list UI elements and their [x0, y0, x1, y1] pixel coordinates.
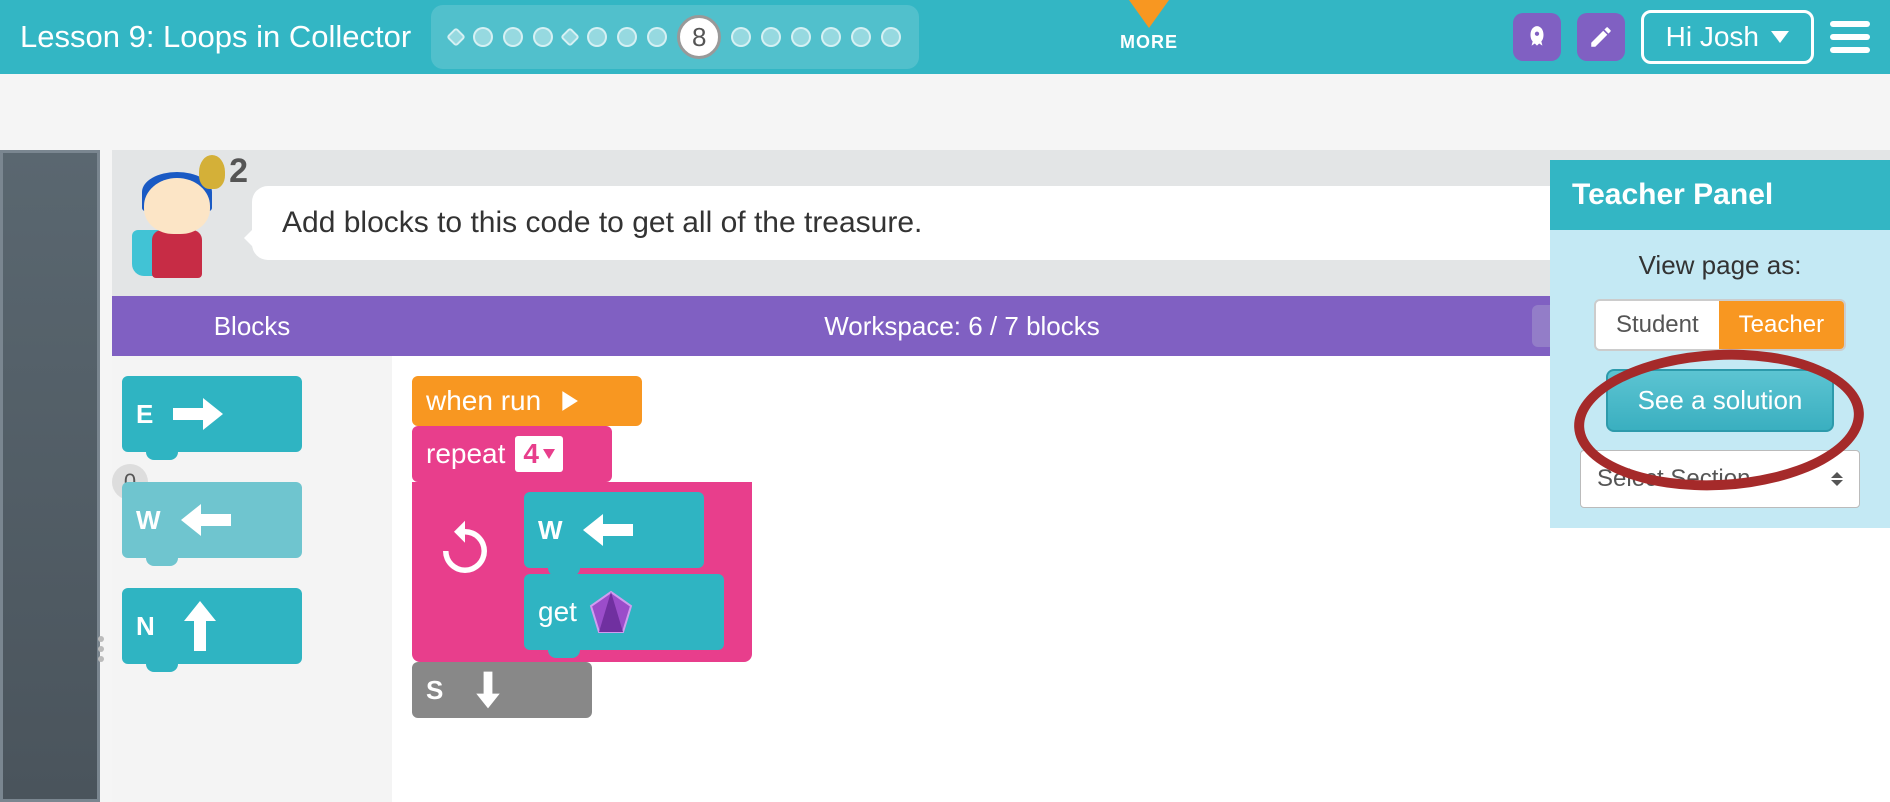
progress-pill[interactable]: [503, 27, 523, 47]
hint-badge[interactable]: 2: [199, 152, 248, 191]
repeat-label: repeat: [426, 438, 505, 470]
direction-label: S: [426, 675, 443, 706]
direction-label: N: [136, 611, 155, 642]
section-select-label: Select Section: [1597, 465, 1750, 493]
edit-button[interactable]: [1577, 13, 1625, 61]
blocks-header: Blocks: [112, 311, 392, 342]
hint-count: 2: [229, 152, 248, 191]
view-toggle[interactable]: Student Teacher: [1594, 299, 1846, 351]
arrow-right-icon: [168, 394, 228, 434]
teacher-panel: Teacher Panel View page as: Student Teac…: [1550, 160, 1890, 528]
see-solution-button[interactable]: See a solution: [1606, 369, 1835, 432]
progress-pill[interactable]: [851, 27, 871, 47]
progress-pill[interactable]: [881, 27, 901, 47]
progress-pill[interactable]: [533, 27, 553, 47]
move-west-block-nested[interactable]: W: [524, 492, 704, 568]
gem-icon: [587, 588, 635, 636]
progress-pill[interactable]: [587, 27, 607, 47]
select-arrows-icon: [1831, 466, 1843, 492]
progress-bar: 8: [431, 5, 919, 69]
lightbulb-icon: [199, 155, 225, 189]
pencil-icon: [1588, 24, 1614, 50]
arrow-left-icon: [578, 510, 638, 550]
repeat-count-input[interactable]: 4: [515, 436, 563, 472]
get-block[interactable]: get: [524, 574, 724, 650]
direction-label: W: [538, 515, 563, 546]
triangle-down-icon: [1129, 0, 1169, 28]
main-menu-button[interactable]: [1830, 21, 1870, 53]
hamburger-icon: [1830, 21, 1870, 27]
repeat-count-value: 4: [523, 438, 539, 470]
student-option[interactable]: Student: [1596, 301, 1719, 349]
teacher-panel-title: Teacher Panel: [1550, 160, 1890, 230]
progress-pill[interactable]: [761, 27, 781, 47]
progress-pill-current[interactable]: 8: [677, 15, 721, 59]
move-east-block[interactable]: E: [122, 376, 302, 452]
repeat-block[interactable]: repeat 4: [412, 426, 612, 482]
more-label: MORE: [1120, 32, 1178, 53]
resize-handle[interactable]: [98, 636, 104, 662]
hamburger-icon: [1830, 47, 1870, 53]
triangle-down-icon: [543, 449, 555, 459]
header-right: Hi Josh: [1513, 10, 1870, 64]
loop-icon: [432, 518, 498, 584]
lesson-title: Lesson 9: Loops in Collector: [20, 19, 411, 55]
progress-pill[interactable]: [821, 27, 841, 47]
direction-label: W: [136, 505, 161, 536]
progress-pill[interactable]: [560, 27, 580, 47]
rocket-button[interactable]: [1513, 13, 1561, 61]
progress-pill[interactable]: [617, 27, 637, 47]
toolbox: E 0 W N: [112, 356, 392, 802]
move-west-block[interactable]: W: [122, 482, 302, 558]
arrow-left-icon: [176, 500, 236, 540]
game-preview[interactable]: [0, 150, 100, 802]
progress-pill[interactable]: [731, 27, 751, 47]
section-select[interactable]: Select Section: [1580, 450, 1860, 508]
rocket-icon: [1524, 24, 1550, 50]
direction-label: E: [136, 399, 153, 430]
arrow-down-icon: [468, 668, 508, 712]
hamburger-icon: [1830, 34, 1870, 40]
progress-pill[interactable]: [473, 27, 493, 47]
move-north-block[interactable]: N: [122, 588, 302, 664]
progress-pill[interactable]: [647, 27, 667, 47]
character-avatar[interactable]: 2: [132, 168, 222, 278]
play-icon: [551, 384, 585, 418]
more-marker[interactable]: MORE: [1120, 0, 1178, 53]
progress-pill[interactable]: [446, 27, 466, 47]
get-label: get: [538, 596, 577, 628]
repeat-body[interactable]: W get: [412, 482, 752, 662]
move-south-block[interactable]: S: [412, 662, 592, 718]
arrow-up-icon: [180, 596, 220, 656]
view-as-label: View page as:: [1639, 250, 1802, 281]
progress-pill[interactable]: [791, 27, 811, 47]
workspace-header: Workspace: 6 / 7 blocks: [392, 311, 1532, 342]
app-header: Lesson 9: Loops in Collector 8 MORE Hi J…: [0, 0, 1890, 74]
triangle-down-icon: [1771, 31, 1789, 43]
user-greeting: Hi Josh: [1666, 21, 1759, 53]
teacher-option[interactable]: Teacher: [1719, 301, 1844, 349]
when-run-block[interactable]: when run: [412, 376, 642, 426]
user-menu[interactable]: Hi Josh: [1641, 10, 1814, 64]
when-run-label: when run: [426, 385, 541, 417]
